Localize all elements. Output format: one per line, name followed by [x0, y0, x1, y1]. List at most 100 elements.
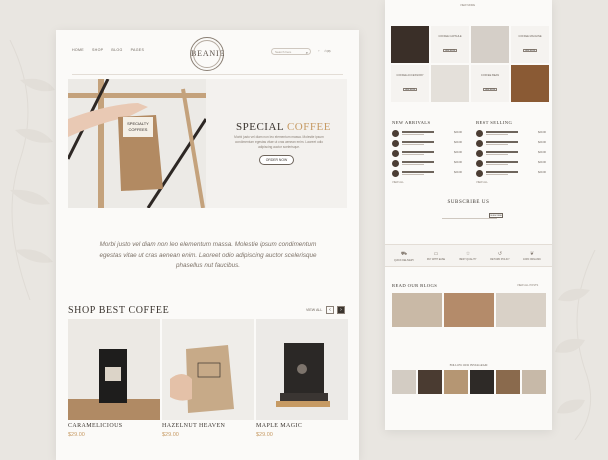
- item-price: $29.00: [538, 141, 546, 144]
- item-price: $29.00: [538, 171, 546, 174]
- product-name[interactable]: MAPLE MAGIC: [256, 423, 302, 429]
- list-item[interactable]: $29.00: [476, 140, 546, 148]
- user-icon[interactable]: ◦: [318, 48, 319, 53]
- blog-card[interactable]: [444, 293, 494, 327]
- intro-quote: Morbi justo vel diam non leo elementum m…: [99, 241, 317, 269]
- instagram-image[interactable]: [392, 370, 416, 394]
- category-card-machine[interactable]: COFFEE MACHINE VIEW MORE: [511, 26, 549, 63]
- category-card-bean[interactable]: COFFEE BEAN VIEW MORE: [471, 65, 509, 102]
- category-button[interactable]: VIEW MORE: [443, 49, 457, 52]
- item-price: $29.00: [538, 131, 546, 134]
- order-now-button[interactable]: ORDER NOW: [259, 155, 294, 165]
- shop-section-title: SHOP BEST COFFEE: [68, 305, 170, 316]
- hero-title-accent: COFFEE: [286, 121, 331, 133]
- blogs-title: READ OUR BLOGS: [392, 283, 438, 288]
- brand-logo[interactable]: BEANIE: [190, 37, 224, 71]
- item-price: $29.00: [454, 141, 462, 144]
- category-title: COFFEE ACCESSORY: [396, 74, 424, 77]
- category-image: [471, 26, 509, 63]
- product-card-maple-magic[interactable]: [256, 319, 348, 420]
- instagram-image[interactable]: [470, 370, 494, 394]
- instagram-image[interactable]: [522, 370, 546, 394]
- blogs-view-all[interactable]: VIEW ALL POSTS: [517, 284, 538, 287]
- category-button[interactable]: VIEW MORE: [483, 88, 497, 91]
- view-all-link[interactable]: VIEW ALL: [306, 308, 322, 312]
- nav-home[interactable]: HOME: [72, 48, 84, 52]
- list-item[interactable]: $29.00: [476, 150, 546, 158]
- nav-shop[interactable]: SHOP: [92, 48, 103, 52]
- bag-label-line2: COFFEES: [129, 127, 148, 132]
- hero-title-part1: SPECIAL: [236, 121, 284, 133]
- leaf-icon: ❦: [529, 251, 535, 257]
- instagram-image[interactable]: [496, 370, 520, 394]
- item-price: $29.00: [538, 151, 546, 154]
- next-arrow-icon[interactable]: ›: [337, 306, 345, 314]
- cart-count: (0): [326, 49, 331, 53]
- item-price: $29.00: [454, 171, 462, 174]
- feature-label: RETURN POLICY: [490, 258, 510, 261]
- nav-pages[interactable]: PAGES: [131, 48, 145, 52]
- blog-card[interactable]: [496, 293, 546, 327]
- product-card-caramelicious[interactable]: [68, 319, 160, 420]
- landing-page-preview: VIEW MORE COFFEE CAPSULE VIEW MORE COFFE…: [385, 0, 552, 430]
- subscribe-title: SUBSCRIBE US: [447, 200, 490, 205]
- list-item[interactable]: $29.00: [476, 170, 546, 178]
- product-price: $29.00: [68, 432, 85, 438]
- subscribe-button[interactable]: SUBSCRIBE: [489, 213, 503, 218]
- item-price: $29.00: [454, 151, 462, 154]
- category-card-capsule[interactable]: COFFEE CAPSULE VIEW MORE: [431, 26, 469, 63]
- list-item[interactable]: $29.00: [392, 170, 462, 178]
- category-grid: COFFEE CAPSULE VIEW MORE COFFEE MACHINE …: [391, 26, 549, 104]
- category-title: COFFEE MACHINE: [518, 35, 542, 38]
- leaf-decoration-icon: [9, 40, 55, 300]
- list-item[interactable]: $29.00: [392, 130, 462, 138]
- hero-title: SPECIAL COFFEE: [236, 121, 331, 133]
- top-view-more-link[interactable]: VIEW MORE: [460, 4, 475, 7]
- feature-item: ❦ 100% ORGANIC: [517, 251, 547, 261]
- leaf-decoration-icon: [555, 250, 596, 440]
- feature-item: ▭ PAY WITH EASE: [421, 251, 451, 261]
- blog-card[interactable]: [392, 293, 442, 327]
- logo-text: BEANIE: [191, 49, 226, 58]
- item-price: $29.00: [454, 161, 462, 164]
- list-item[interactable]: $29.00: [476, 130, 546, 138]
- feature-label: PAY WITH EASE: [426, 258, 446, 261]
- product-name[interactable]: HAZELNUT HEAVEN: [162, 423, 225, 429]
- features-strip: ⛟ QUICK DELIVERY ▭ PAY WITH EASE ☆ BEST QUA…: [385, 244, 552, 267]
- best-selling-title: BEST SELLING: [476, 120, 513, 125]
- feature-item: ⛟ QUICK DELIVERY: [389, 251, 419, 262]
- instagram-image[interactable]: [444, 370, 468, 394]
- cart-icon[interactable]: ⌂(0): [324, 48, 330, 53]
- product-card-hazelnut-heaven[interactable]: [162, 319, 254, 420]
- main-nav: HOME SHOP BLOG PAGES: [72, 48, 144, 52]
- search-input[interactable]: Search here ⌕: [271, 48, 311, 55]
- list-item[interactable]: $29.00: [392, 160, 462, 168]
- product-price: $29.00: [162, 432, 179, 438]
- instagram-image[interactable]: [418, 370, 442, 394]
- header-divider: [72, 74, 343, 75]
- nav-blog[interactable]: BLOG: [111, 48, 122, 52]
- category-title: COFFEE CAPSULE: [438, 35, 462, 38]
- category-card-accessory[interactable]: COFFEE ACCESSORY VIEW MORE: [391, 65, 429, 102]
- list-item[interactable]: $29.00: [476, 160, 546, 168]
- card-icon: ▭: [433, 251, 439, 257]
- delivery-icon: ⛟: [400, 251, 408, 257]
- item-price: $29.00: [538, 161, 546, 164]
- category-image: [511, 65, 549, 102]
- prev-arrow-icon[interactable]: ‹: [326, 306, 334, 314]
- home-page: HOME SHOP BLOG PAGES BEANIE Search here …: [56, 30, 359, 460]
- feature-item: ↺ RETURN POLICY: [485, 251, 515, 261]
- instagram-title: FOLLOW OUR INSTAGRAM: [449, 363, 488, 367]
- bag-label-line1: SPECIALTY: [127, 121, 149, 126]
- hero-banner: SPECIALTY COFFEES SPECIAL COFFEE Morbi j…: [68, 79, 347, 208]
- new-arrivals-title: NEW ARRIVALS: [392, 120, 431, 125]
- list-item[interactable]: $29.00: [392, 150, 462, 158]
- hero-illustration: SPECIALTY COFFEES: [68, 79, 206, 208]
- new-arrivals-view-all[interactable]: VIEW ALL: [392, 181, 404, 184]
- product-name[interactable]: CARAMELICIOUS: [68, 423, 123, 429]
- category-button[interactable]: VIEW MORE: [403, 88, 417, 91]
- search-icon[interactable]: ⌕: [306, 50, 308, 55]
- list-item[interactable]: $29.00: [392, 140, 462, 148]
- best-selling-view-all[interactable]: VIEW ALL: [476, 181, 488, 184]
- category-button[interactable]: VIEW MORE: [523, 49, 537, 52]
